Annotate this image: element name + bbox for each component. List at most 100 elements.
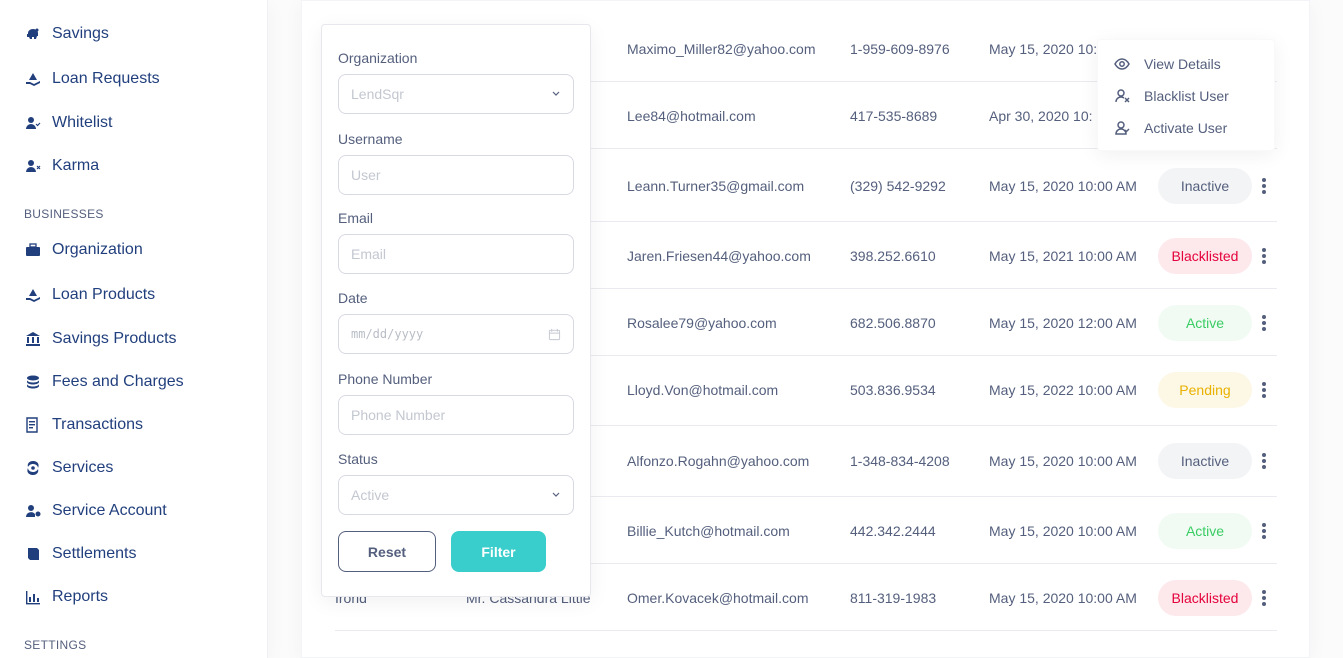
view-details-item[interactable]: View Details (1114, 54, 1221, 74)
email-label: Email (338, 210, 374, 226)
sidebar-item-transactions[interactable]: Transactions (24, 413, 143, 437)
email-input[interactable]: Email (338, 234, 574, 274)
kebab-dot (1262, 388, 1266, 392)
cell-date: May 15, 2020 10:00 AM (989, 590, 1137, 606)
sidebar-item-label: Savings Products (52, 330, 177, 347)
date-placeholder: mm/dd/yyyy (351, 327, 424, 341)
chevron-down-icon (552, 91, 560, 96)
section-title-settings: SETTINGS (24, 638, 87, 652)
more-options-icon[interactable] (1259, 313, 1269, 333)
status-badge: Active (1158, 305, 1252, 341)
sidebar-item-label: Organization (52, 241, 143, 258)
blacklist-user-label: Blacklist User (1144, 88, 1229, 104)
cell-phone: (329) 542-9292 (850, 178, 946, 194)
sidebar-item-karma[interactable]: Karma (24, 154, 99, 178)
more-options-icon[interactable] (1259, 521, 1269, 541)
sidebar-item-label: Service Account (52, 502, 167, 519)
coins-icon (24, 373, 42, 391)
kebab-dot (1262, 394, 1266, 398)
cell-email: Lee84@hotmail.com (627, 108, 756, 124)
sidebar-item-label: Fees and Charges (52, 373, 184, 390)
kebab-dot (1262, 260, 1266, 264)
more-options-icon[interactable] (1259, 246, 1269, 266)
user-check-icon (24, 114, 42, 132)
date-input[interactable]: mm/dd/yyyy (338, 314, 574, 354)
sidebar-item-savings-products[interactable]: Savings Products (24, 327, 177, 351)
cell-date: May 15, 2020 12:00 AM (989, 315, 1137, 331)
user-cog-icon (24, 502, 42, 520)
cell-phone: 811-319-1983 (850, 590, 937, 606)
sidebar-item-services[interactable]: Services (24, 456, 113, 480)
sidebar-item-savings[interactable]: Savings (24, 22, 109, 46)
bar-chart-icon (24, 588, 42, 606)
username-input[interactable]: User (338, 155, 574, 195)
user-check-icon (1115, 121, 1130, 135)
cell-phone: 398.252.6610 (850, 248, 936, 264)
kebab-dot (1262, 453, 1266, 457)
phone-number-input[interactable]: Phone Number (338, 395, 574, 435)
organization-select-value: LendSqr (351, 86, 404, 102)
cell-date: May 15, 2020 10:00 AM (989, 453, 1137, 469)
cell-date: May 15, 2020 10:00 AM (989, 178, 1137, 194)
sidebar-item-settlements[interactable]: Settlements (24, 542, 136, 566)
eye-icon (1114, 58, 1130, 70)
sidebar-item-label: Loan Products (52, 286, 156, 303)
sidebar-item-organization[interactable]: Organization (24, 238, 143, 262)
section-title-businesses: BUSINESSES (24, 207, 104, 221)
calendar-icon[interactable] (548, 328, 561, 341)
user-x-icon (1115, 89, 1130, 103)
sidebar-item-label: Reports (52, 588, 109, 605)
sidebar-item-label: Whitelist (52, 114, 113, 131)
blacklist-user-item[interactable]: Blacklist User (1114, 86, 1229, 106)
view-details-label: View Details (1144, 56, 1221, 72)
receipt-icon (24, 416, 42, 434)
kebab-dot (1262, 321, 1266, 325)
email-placeholder: Email (351, 246, 387, 262)
kebab-dot (1262, 315, 1266, 319)
sidebar-item-loan-requests[interactable]: Loan Requests (24, 67, 160, 91)
kebab-dot (1262, 190, 1266, 194)
more-options-icon[interactable] (1259, 176, 1269, 196)
cell-date: May 15, 2022 10:00 AM (989, 382, 1137, 398)
organization-label: Organization (338, 50, 418, 66)
cell-email: Alfonzo.Rogahn@yahoo.com (627, 453, 810, 469)
sidebar-item-fees-and-charges[interactable]: Fees and Charges (24, 370, 184, 394)
date-label: Date (338, 290, 368, 306)
phone-number-label: Phone Number (338, 371, 433, 387)
cell-email: Maximo_Miller82@yahoo.com (627, 41, 816, 57)
more-options-icon[interactable] (1259, 588, 1269, 608)
activate-user-item[interactable]: Activate User (1114, 118, 1227, 138)
galaxy-icon (24, 459, 42, 477)
cell-email: Jaren.Friesen44@yahoo.com (627, 248, 811, 264)
more-options-icon[interactable] (1259, 451, 1269, 471)
status-badge: Inactive (1158, 443, 1252, 479)
status-badge: Blacklisted (1158, 580, 1252, 616)
row-divider (335, 630, 1277, 631)
organization-select[interactable]: LendSqr (338, 74, 574, 114)
sidebar-item-label: Loan Requests (52, 70, 160, 87)
kebab-dot (1262, 529, 1266, 533)
filter-button[interactable]: Filter (451, 531, 546, 572)
reset-button[interactable]: Reset (338, 531, 436, 572)
sidebar-item-whitelist[interactable]: Whitelist (24, 111, 112, 135)
cell-email: Omer.Kovacek@hotmail.com (627, 590, 809, 606)
sidebar-item-service-account[interactable]: Service Account (24, 499, 167, 523)
sidebar-item-loan-products[interactable]: Loan Products (24, 283, 155, 307)
sidebar-item-label: Services (52, 459, 114, 476)
status-badge: Blacklisted (1158, 238, 1252, 274)
more-options-icon[interactable] (1259, 380, 1269, 400)
kebab-dot (1262, 465, 1266, 469)
status-select[interactable]: Active (338, 475, 574, 515)
status-label: Status (338, 451, 378, 467)
sidebar-item-label: Savings (52, 25, 109, 42)
cell-phone: 503.836.9534 (850, 382, 936, 398)
filter-panel: Organization LendSqr Username User Email… (321, 24, 591, 597)
row-action-menu: View Details Blacklist User Activate Use… (1097, 39, 1275, 151)
chevron-down-icon (552, 492, 560, 497)
kebab-dot (1262, 254, 1266, 258)
sidebar-item-reports[interactable]: Reports (24, 585, 108, 609)
cell-date: May 15, 2020 10: (989, 41, 1098, 57)
kebab-dot (1262, 602, 1266, 606)
cell-phone: 1-959-609-8976 (850, 41, 950, 57)
cell-phone: 442.342.2444 (850, 523, 936, 539)
